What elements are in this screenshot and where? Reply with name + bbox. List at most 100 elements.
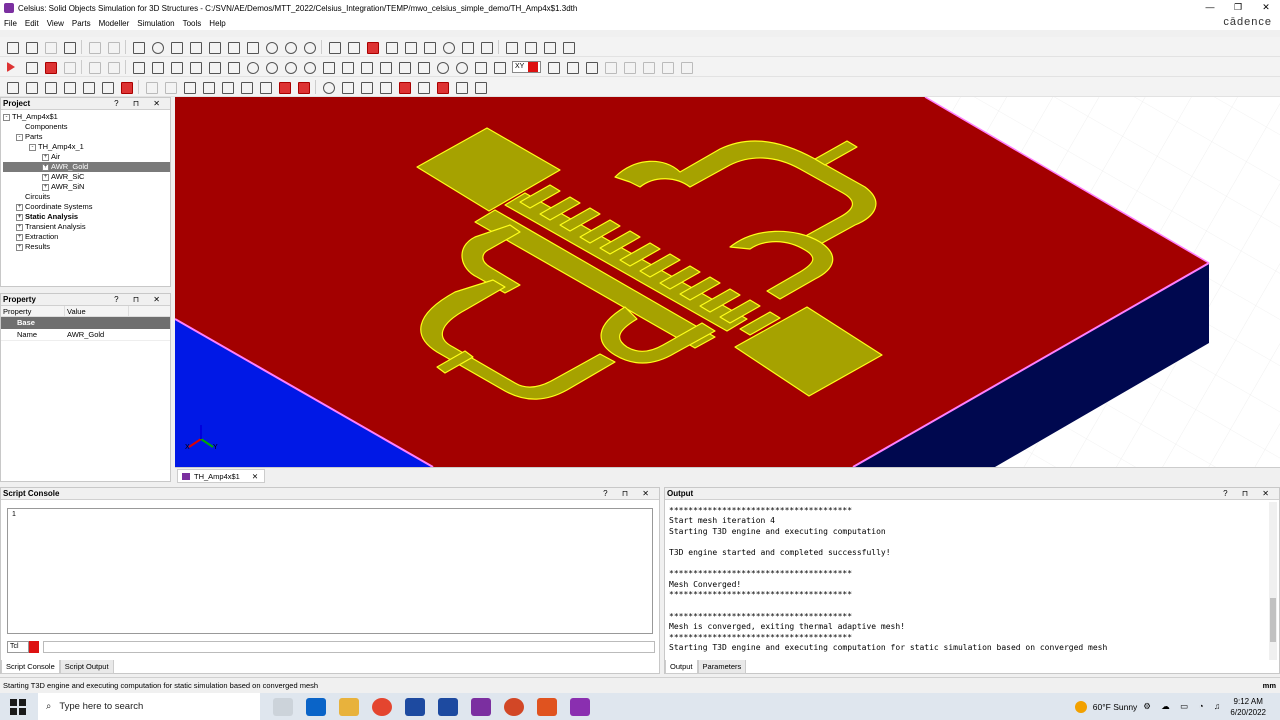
file-explorer-icon[interactable] — [339, 697, 359, 716]
cone-icon[interactable] — [397, 60, 411, 74]
pan-hand-icon[interactable] — [245, 40, 259, 54]
wireframe-icon[interactable] — [346, 40, 360, 54]
report-icon[interactable] — [62, 60, 76, 74]
units-indicator[interactable]: mm — [1263, 678, 1276, 693]
polyline-icon[interactable] — [188, 60, 202, 74]
measure-icon[interactable] — [561, 40, 575, 54]
redo-icon[interactable] — [106, 40, 120, 54]
line-icon[interactable] — [169, 60, 183, 74]
zoom-fit-icon[interactable] — [131, 40, 145, 54]
zoom-in-icon[interactable] — [283, 40, 297, 54]
collapse-icon[interactable]: - — [29, 143, 36, 151]
menu-view[interactable]: View — [43, 19, 68, 28]
document-tab[interactable]: TH_Amp4x$1 ✕ — [177, 469, 266, 483]
boolean-union-icon[interactable] — [546, 60, 561, 74]
object-properties-icon[interactable] — [5, 80, 19, 94]
tree-item-th-amp4x-1[interactable]: - TH_Amp4x_1 — [3, 142, 170, 152]
torus-icon[interactable] — [435, 60, 449, 74]
menu-tools[interactable]: Tools — [179, 19, 206, 28]
rectangle-icon[interactable] — [226, 60, 240, 74]
layers-icon[interactable] — [473, 80, 487, 94]
powerpoint-icon[interactable] — [504, 697, 524, 716]
collapse-icon[interactable]: - — [3, 113, 10, 121]
ring-icon[interactable] — [283, 60, 297, 74]
zoom-out-icon[interactable] — [302, 40, 316, 54]
loft-icon[interactable] — [679, 60, 694, 74]
awr-icon-2[interactable] — [438, 697, 458, 716]
back-arrow-icon[interactable] — [460, 40, 474, 54]
celsius-taskbar-icon[interactable] — [570, 697, 590, 716]
select-mode-icon[interactable] — [504, 40, 518, 54]
pause-icon[interactable] — [24, 60, 38, 74]
align-icon[interactable] — [144, 80, 158, 94]
pattern-icon[interactable] — [119, 80, 133, 94]
run-simulation-icon[interactable] — [5, 60, 19, 74]
panel-controls[interactable]: ? ⊓ ✕ — [114, 98, 166, 110]
tree-item-awr-sic[interactable]: + AWR_SiC — [3, 172, 170, 182]
copy-view-icon[interactable] — [542, 40, 556, 54]
tree-item-circuits[interactable]: Circuits — [3, 192, 170, 202]
extrude-icon[interactable] — [641, 60, 656, 74]
select-face-icon[interactable] — [523, 40, 537, 54]
scrollbar-thumb[interactable] — [1270, 598, 1276, 642]
render-icon[interactable] — [365, 40, 379, 54]
grid-icon[interactable] — [239, 80, 253, 94]
pyramid-icon[interactable] — [416, 60, 430, 74]
snap-icon[interactable] — [163, 80, 177, 94]
expand-icon[interactable]: + — [16, 233, 23, 241]
chevron-down-icon[interactable] — [528, 61, 539, 72]
3d-scene[interactable]: X Y — [175, 97, 1280, 467]
panel-controls[interactable]: ? ⊓ ✕ — [1223, 488, 1275, 500]
expand-icon[interactable]: + — [16, 243, 23, 251]
property-value[interactable]: AWR_Gold — [65, 329, 165, 340]
box-icon[interactable] — [422, 40, 436, 54]
clock[interactable]: 9:12 AM 6/20/2022 — [1230, 696, 1266, 718]
layer-icon[interactable] — [258, 80, 272, 94]
expand-icon[interactable]: + — [42, 183, 49, 191]
tree-item-static-analysis[interactable]: + Static Analysis — [3, 212, 170, 222]
move-icon[interactable] — [43, 80, 57, 94]
expand-icon[interactable]: + — [16, 223, 23, 231]
boundary-icon[interactable] — [416, 80, 430, 94]
imprint-icon[interactable] — [622, 60, 637, 74]
chevron-down-icon[interactable] — [29, 641, 39, 653]
tab-parameters[interactable]: Parameters — [697, 660, 747, 674]
close-tab-icon[interactable]: ✕ — [252, 470, 258, 483]
tree-item-th-amp4x-1[interactable]: - TH_Amp4x$1 — [3, 112, 170, 122]
property-group-base[interactable]: Base — [1, 317, 170, 329]
new-file-icon[interactable] — [5, 40, 19, 54]
tree-item-awr-gold[interactable]: + AWR_Gold — [3, 162, 170, 172]
hidden-line-icon[interactable] — [384, 40, 398, 54]
stack-icon[interactable] — [340, 80, 354, 94]
spring-icon[interactable] — [340, 60, 354, 74]
heat-source-icon[interactable] — [435, 80, 449, 94]
scale-icon[interactable] — [100, 80, 114, 94]
section-icon[interactable] — [201, 80, 215, 94]
shade-icon[interactable] — [327, 40, 341, 54]
language-select[interactable]: Tcl — [7, 641, 29, 653]
dimension-icon[interactable] — [182, 80, 196, 94]
arrange-icon[interactable] — [359, 80, 373, 94]
tree-item-awr-sin[interactable]: + AWR_SiN — [3, 182, 170, 192]
expand-icon[interactable]: + — [42, 173, 49, 181]
polyhedron-icon[interactable] — [492, 60, 506, 74]
split-icon[interactable] — [603, 60, 618, 74]
outlook-icon[interactable] — [306, 697, 326, 716]
windows-start-icon[interactable] — [10, 698, 26, 715]
duplicate-icon[interactable] — [24, 80, 38, 94]
prism-icon[interactable] — [378, 60, 392, 74]
tree-item-coordinate-systems[interactable]: + Coordinate Systems — [3, 202, 170, 212]
save-as-icon[interactable] — [62, 40, 76, 54]
material-icon[interactable] — [397, 80, 411, 94]
mirror-icon[interactable] — [81, 80, 95, 94]
menu-file[interactable]: File — [0, 19, 21, 28]
view-z-icon[interactable] — [207, 40, 221, 54]
3d-viewport[interactable]: X Y — [175, 97, 1280, 467]
tree-item-components[interactable]: Components — [3, 122, 170, 132]
bondwire-icon[interactable] — [473, 60, 487, 74]
menu-parts[interactable]: Parts — [68, 19, 95, 28]
cadence-app-icon[interactable] — [537, 697, 557, 716]
close-button[interactable]: ✕ — [1252, 0, 1280, 16]
clip-plane-icon[interactable] — [220, 80, 234, 94]
menu-simulation[interactable]: Simulation — [133, 19, 178, 28]
